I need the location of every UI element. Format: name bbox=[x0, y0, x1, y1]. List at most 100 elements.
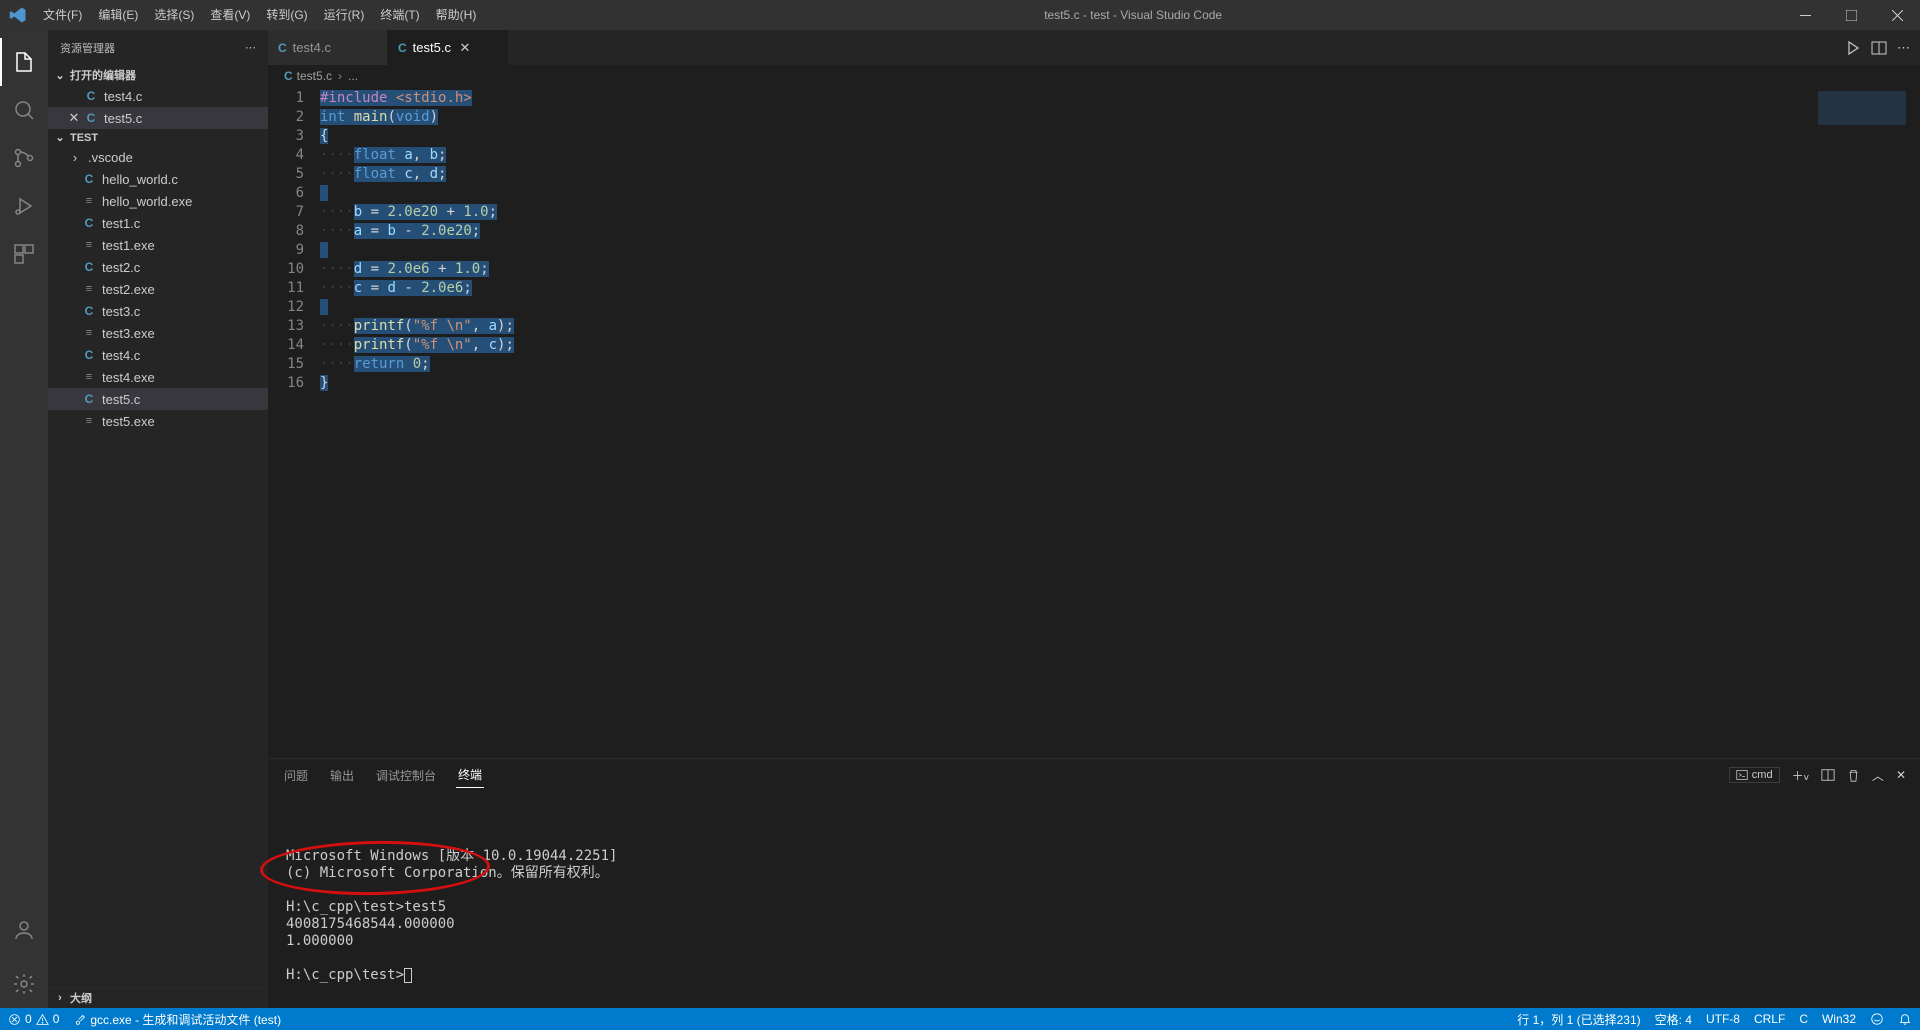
chevron-right-icon: › bbox=[338, 69, 342, 83]
file-label: .vscode bbox=[88, 150, 133, 165]
terminal-line: (c) Microsoft Corporation。保留所有权利。 bbox=[286, 865, 1902, 882]
outline-label: 大纲 bbox=[70, 990, 92, 1006]
file-tree-item[interactable]: ≡test1.exe bbox=[48, 234, 268, 256]
terminal-shell-selector[interactable]: cmd bbox=[1729, 767, 1780, 783]
activity-scm-icon[interactable] bbox=[0, 134, 48, 182]
code-content[interactable]: #include <stdio.h>int main(void){····flo… bbox=[320, 87, 1920, 758]
open-editors-label: 打开的编辑器 bbox=[70, 67, 136, 83]
split-editor-icon[interactable] bbox=[1871, 40, 1887, 56]
chevron-up-icon[interactable]: ︿ bbox=[1872, 767, 1884, 784]
menu-help[interactable]: 帮助(H) bbox=[428, 0, 485, 30]
panel-tab-terminal[interactable]: 终端 bbox=[456, 762, 484, 788]
status-bell-icon[interactable] bbox=[1898, 1012, 1912, 1026]
file-tree-item[interactable]: Chello_world.c bbox=[48, 168, 268, 190]
open-editors-header[interactable]: ⌄ 打开的编辑器 bbox=[48, 65, 268, 85]
file-tree-item[interactable]: ≡ test4.exe bbox=[48, 366, 268, 388]
activity-account-icon[interactable] bbox=[0, 906, 48, 954]
outline-header[interactable]: › 大纲 bbox=[48, 988, 268, 1008]
close-editor-icon[interactable]: ✕ bbox=[66, 110, 82, 126]
status-line-col[interactable]: 行 1，列 1 (已选择231) bbox=[1517, 1011, 1640, 1028]
panel-tab-problems[interactable]: 问题 bbox=[282, 763, 310, 788]
file-tree-item[interactable]: Ctest3.c bbox=[48, 300, 268, 322]
file-tree-item[interactable]: Ctest1.c bbox=[48, 212, 268, 234]
file-tree-item[interactable]: Ctest2.c bbox=[48, 256, 268, 278]
title-bar: 文件(F) 编辑(E) 选择(S) 查看(V) 转到(G) 运行(R) 终端(T… bbox=[0, 0, 1920, 30]
activity-bar bbox=[0, 30, 48, 1008]
menu-run[interactable]: 运行(R) bbox=[316, 0, 373, 30]
minimap[interactable] bbox=[1818, 91, 1906, 125]
status-spaces[interactable]: 空格: 4 bbox=[1655, 1011, 1692, 1028]
more-icon[interactable]: ⋯ bbox=[1897, 40, 1910, 56]
file-label: hello_world.c bbox=[102, 172, 178, 187]
file-tree-item[interactable]: ≡test2.exe bbox=[48, 278, 268, 300]
open-editor-item[interactable]: ✕ C test5.c bbox=[48, 107, 268, 129]
terminal-line: 1.000000 bbox=[286, 933, 1902, 950]
status-bar: 0 0 gcc.exe - 生成和调试活动文件 (test) 行 1，列 1 (… bbox=[0, 1008, 1920, 1030]
menu-view[interactable]: 查看(V) bbox=[202, 0, 258, 30]
sidebar: 资源管理器 ⋯ ⌄ 打开的编辑器 ✕ C test4.c✕ C test5.c … bbox=[48, 30, 268, 1008]
menu-select[interactable]: 选择(S) bbox=[146, 0, 202, 30]
c-file-icon: C bbox=[82, 111, 100, 125]
breadcrumb[interactable]: C test5.c › ... bbox=[268, 65, 1920, 87]
status-language[interactable]: C bbox=[1799, 1012, 1808, 1026]
split-terminal-icon[interactable] bbox=[1821, 768, 1835, 782]
status-encoding[interactable]: UTF-8 bbox=[1706, 1012, 1740, 1026]
exe-file-icon: ≡ bbox=[80, 371, 98, 383]
folder-header[interactable]: ⌄ TEST bbox=[48, 129, 268, 146]
menu-goto[interactable]: 转到(G) bbox=[258, 0, 315, 30]
activity-extensions-icon[interactable] bbox=[0, 230, 48, 278]
close-tab-icon[interactable]: ✕ bbox=[457, 40, 473, 56]
activity-explorer-icon[interactable] bbox=[0, 38, 48, 86]
file-label: test2.c bbox=[102, 260, 140, 275]
file-label: test1.c bbox=[102, 216, 140, 231]
kill-terminal-icon[interactable] bbox=[1847, 769, 1860, 782]
panel-tab-output[interactable]: 输出 bbox=[328, 763, 356, 788]
chevron-right-icon: › bbox=[66, 150, 84, 165]
minimize-icon[interactable] bbox=[1782, 0, 1828, 30]
chevron-down-icon: ⌄ bbox=[54, 69, 66, 82]
editor-tab[interactable]: C test5.c ✕ bbox=[388, 30, 508, 65]
menu-terminal[interactable]: 终端(T) bbox=[372, 0, 427, 30]
file-tree-item[interactable]: ≡test3.exe bbox=[48, 322, 268, 344]
status-feedback-icon[interactable] bbox=[1870, 1012, 1884, 1026]
file-label: test3.c bbox=[102, 304, 140, 319]
vscode-icon bbox=[0, 6, 35, 24]
status-eol[interactable]: CRLF bbox=[1754, 1012, 1785, 1026]
activity-search-icon[interactable] bbox=[0, 86, 48, 134]
new-terminal-icon[interactable]: ＋ⅴ bbox=[1792, 767, 1809, 784]
open-editor-item[interactable]: ✕ C test4.c bbox=[48, 85, 268, 107]
file-tree-item[interactable]: ≡test5.exe bbox=[48, 410, 268, 432]
exe-file-icon: ≡ bbox=[80, 283, 98, 295]
run-icon[interactable] bbox=[1845, 40, 1861, 56]
status-errors[interactable]: 0 0 bbox=[8, 1012, 59, 1026]
panel: 问题 输出 调试控制台 终端 cmd ＋ⅴ ︿ ✕ Micr bbox=[268, 758, 1920, 1008]
terminal-line: Microsoft Windows [版本 10.0.19044.2251] bbox=[286, 848, 1902, 865]
status-build-task[interactable]: gcc.exe - 生成和调试活动文件 (test) bbox=[73, 1011, 281, 1028]
editor-area: C test4.c ✕C test5.c ✕ ⋯ C test5.c › ...… bbox=[268, 30, 1920, 1008]
status-errors-count: 0 bbox=[25, 1012, 32, 1026]
file-tree-item[interactable]: Ctest4.c bbox=[48, 344, 268, 366]
menubar: 文件(F) 编辑(E) 选择(S) 查看(V) 转到(G) 运行(R) 终端(T… bbox=[35, 0, 484, 30]
terminal[interactable]: Microsoft Windows [版本 10.0.19044.2251](c… bbox=[268, 791, 1920, 1008]
close-icon[interactable] bbox=[1874, 0, 1920, 30]
panel-tab-debug-console[interactable]: 调试控制台 bbox=[374, 763, 438, 788]
menu-edit[interactable]: 编辑(E) bbox=[90, 0, 146, 30]
activity-debug-icon[interactable] bbox=[0, 182, 48, 230]
close-panel-icon[interactable]: ✕ bbox=[1896, 768, 1906, 782]
window-title: test5.c - test - Visual Studio Code bbox=[484, 8, 1782, 22]
editor-tab[interactable]: C test4.c ✕ bbox=[268, 30, 388, 65]
code-editor[interactable]: 12345678910111213141516 #include <stdio.… bbox=[268, 87, 1920, 758]
exe-file-icon: ≡ bbox=[80, 327, 98, 339]
status-wintag[interactable]: Win32 bbox=[1822, 1012, 1856, 1026]
terminal-line: H:\c_cpp\test> bbox=[286, 967, 1902, 984]
more-icon[interactable]: ⋯ bbox=[245, 41, 256, 54]
file-label: test5.c bbox=[102, 392, 140, 407]
file-tree-item[interactable]: Ctest5.c bbox=[48, 388, 268, 410]
file-label: test4.exe bbox=[102, 370, 155, 385]
menu-file[interactable]: 文件(F) bbox=[35, 0, 90, 30]
file-tree-item[interactable]: › .vscode bbox=[48, 146, 268, 168]
terminal-line bbox=[286, 882, 1902, 899]
activity-settings-icon[interactable] bbox=[0, 960, 48, 1008]
file-tree-item[interactable]: ≡hello_world.exe bbox=[48, 190, 268, 212]
maximize-icon[interactable] bbox=[1828, 0, 1874, 30]
